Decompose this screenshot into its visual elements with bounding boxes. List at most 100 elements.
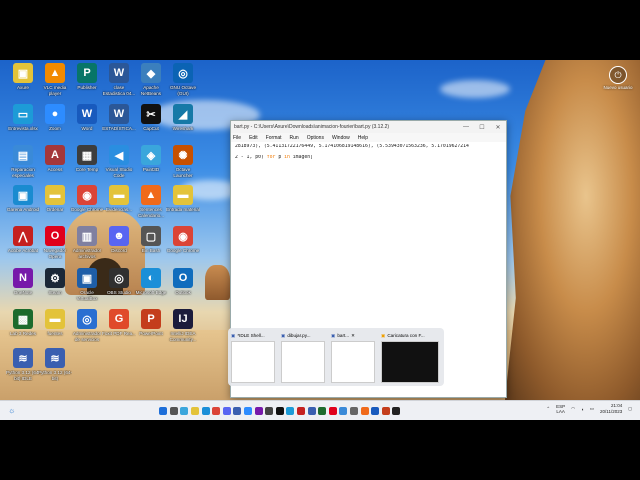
taskbar-app-icon[interactable]: [392, 407, 401, 415]
desktop-icon[interactable]: ▤ Reparacion especiales: [6, 145, 40, 178]
taskbar-app-icon[interactable]: [233, 407, 242, 415]
desktop-icon[interactable]: ▬ Evidencias...: [102, 185, 136, 218]
desktop-icon[interactable]: ⋀ Adobe Acrobat: [6, 226, 40, 259]
desktop-icon[interactable]: ▣ Garena Android: [6, 185, 40, 218]
desktop-icon[interactable]: ▬ Entrada material: [166, 185, 200, 218]
chevron-up-icon[interactable]: ⌃: [546, 406, 550, 412]
menu-edit[interactable]: Edit: [249, 135, 258, 141]
taskbar-app-icon[interactable]: [349, 407, 358, 415]
taskbar-app-icon[interactable]: [169, 407, 178, 415]
desktop-icon[interactable]: O Outlook: [166, 268, 200, 301]
taskbar-app-icon[interactable]: [222, 407, 231, 415]
desktop-icon[interactable]: ◢ Wireshark: [166, 104, 200, 137]
desktop-icon[interactable]: ▥ Administrador archivos: [70, 226, 104, 259]
menu-format[interactable]: Format: [266, 135, 282, 141]
taskbar-app-icon[interactable]: [297, 407, 306, 415]
taskbar-app-icon[interactable]: [201, 407, 210, 415]
desktop-icon-label: Python 3.12 (64-bit): [38, 370, 72, 381]
menu-window[interactable]: Window: [332, 135, 350, 141]
desktop-icon[interactable]: ◈ Paint3D: [134, 145, 168, 178]
taskbar-app-icon[interactable]: [254, 407, 263, 415]
volume-icon[interactable]: ◖: [581, 407, 584, 412]
desktop-icon[interactable]: ☻ Discord: [102, 226, 136, 259]
desktop-icon[interactable]: P PowerPoint: [134, 309, 168, 342]
desktop-icon[interactable]: ✺ Octave Launcher: [166, 145, 200, 178]
desktop-icon[interactable]: ▲ VLC media player: [38, 63, 72, 96]
window-titlebar[interactable]: bart.py - C:\Users\Axure\Downloads\anima…: [231, 121, 506, 133]
desktop-icon[interactable]: ◎ Administrador de servicios: [70, 309, 104, 342]
desktop-icon-label: fuentes: [47, 331, 63, 336]
desktop-icon[interactable]: ▢ Bin Bash: [134, 226, 168, 259]
desktop-icon[interactable]: P Publisher: [70, 63, 104, 96]
menu-help[interactable]: Help: [358, 135, 368, 141]
desktop-icon-label: Microsoft Edge: [135, 290, 167, 295]
desktop-icon[interactable]: G Foxit PDF Rea...: [102, 309, 136, 342]
widgets-icon[interactable]: ☼: [8, 406, 15, 415]
desktop-icon[interactable]: ◆ Apache NetBeans: [134, 63, 168, 96]
taskbar-app-icon[interactable]: [212, 407, 221, 415]
close-icon[interactable]: ✕: [351, 333, 355, 339]
maximize-icon[interactable]: ☐: [474, 124, 490, 131]
code-editor[interactable]: 2818973), (5.41131722176449, 5.174106819…: [231, 142, 506, 160]
desktop-icon[interactable]: ⚙ Steam: [38, 268, 72, 301]
taskbar-app-icon[interactable]: [265, 407, 274, 415]
preview-bart[interactable]: ▣ bart... ✕: [331, 331, 377, 383]
desktop-icon[interactable]: ◀ Visual Studio Code: [102, 145, 136, 178]
desktop-icon[interactable]: ▬ Ordenar: [38, 185, 72, 218]
preview-idle-shell[interactable]: ▣ *IDLE Shell...: [231, 331, 277, 383]
desktop-icon-label: Oracle VirtualBox: [76, 290, 98, 301]
taskbar-app-icon[interactable]: [318, 407, 327, 415]
desktop-icon[interactable]: ◐ Microsoft Edge: [134, 268, 168, 301]
taskbar-app-icon[interactable]: [275, 407, 284, 415]
taskbar-app-icon[interactable]: [307, 407, 316, 415]
menu-options[interactable]: Options: [307, 135, 324, 141]
taskbar-app-icon[interactable]: [191, 407, 200, 415]
desktop-icon[interactable]: ▩ Lab 3 Redes: [6, 309, 40, 342]
desktop-icon[interactable]: ◉ Google Chrome: [166, 226, 200, 259]
taskbar-app-icon[interactable]: [371, 407, 380, 415]
user-avatar-icon[interactable]: ⏻: [609, 66, 627, 84]
desktop-icon[interactable]: A Access: [38, 145, 72, 178]
desktop-icon[interactable]: ≋ Python 3.12 (64-bit) IDLE: [6, 348, 40, 381]
app-icon: ▢: [141, 226, 161, 246]
desktop-icon[interactable]: N OneNote: [6, 268, 40, 301]
menu-file[interactable]: File: [233, 135, 241, 141]
taskbar-app-icon[interactable]: [360, 407, 369, 415]
app-icon: ▬: [45, 185, 65, 205]
clock[interactable]: 21:04 20/11/2023: [600, 403, 622, 415]
wifi-icon[interactable]: ◠: [571, 406, 575, 412]
close-icon[interactable]: ✕: [490, 124, 506, 131]
desktop-icon[interactable]: ▦ Core Temp: [70, 145, 104, 178]
desktop-icon[interactable]: ▣ Axure: [6, 63, 40, 96]
desktop-icon[interactable]: ▲ Sentences Calendario...: [134, 185, 168, 218]
minimize-icon[interactable]: —: [458, 124, 474, 130]
desktop-icon[interactable]: ▬ fuentes: [38, 309, 72, 342]
desktop-icon[interactable]: ◎ OBS Studio: [102, 268, 136, 301]
preview-dibujar[interactable]: ▣ dibujar.py...: [281, 331, 327, 383]
desktop-icon[interactable]: ◎ GNU Octave (GUI): [166, 63, 200, 96]
desktop-icon[interactable]: IJ IntelliJ IDEA Community...: [166, 309, 200, 342]
desktop-icon[interactable]: W Word: [70, 104, 104, 137]
desktop-icon[interactable]: ● Zoom: [38, 104, 72, 137]
notification-icon[interactable]: ◻: [628, 406, 632, 412]
taskbar-app-icon[interactable]: [286, 407, 295, 415]
taskbar-app-icon[interactable]: [339, 407, 348, 415]
battery-icon[interactable]: ▭: [590, 406, 594, 412]
taskbar-app-icon[interactable]: [159, 407, 168, 415]
desktop-icon[interactable]: ▣ Oracle VirtualBox: [70, 268, 104, 301]
desktop-icon-label: Visual Studio Code: [105, 167, 133, 178]
taskbar-app-icon[interactable]: [381, 407, 390, 415]
desktop-icon[interactable]: ✂ CapCut: [134, 104, 168, 137]
taskbar-app-icon[interactable]: [328, 407, 337, 415]
desktop-icon[interactable]: ▭ Entrevista.xlsx: [6, 104, 40, 137]
menu-run[interactable]: Run: [290, 135, 299, 141]
desktop-icon[interactable]: W ESTADÍSTICA...: [102, 104, 136, 137]
desktop-icon[interactable]: Wclase Estadistica 04...: [102, 63, 136, 96]
desktop-icon[interactable]: ≋ Python 3.12 (64-bit): [38, 348, 72, 381]
preview-caricatura[interactable]: ▣ Caricatura con F...: [381, 331, 441, 383]
taskbar-app-icon[interactable]: [180, 407, 189, 415]
desktop-icon[interactable]: O Navegador Opera: [38, 226, 72, 259]
language-indicator[interactable]: ESP LAA: [556, 404, 565, 415]
taskbar-app-icon[interactable]: [244, 407, 253, 415]
desktop-icon[interactable]: ◉ Google Chrome: [70, 185, 104, 218]
